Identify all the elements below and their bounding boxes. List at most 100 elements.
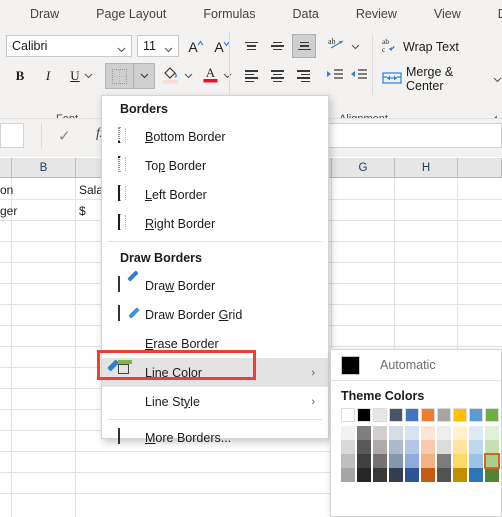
ribbon-tab-review[interactable]: Review — [348, 1, 405, 27]
automatic-color-item[interactable]: Automatic — [331, 350, 501, 380]
align-middle-button[interactable] — [266, 35, 288, 57]
theme-variant-swatch[interactable] — [453, 468, 467, 482]
table-cell[interactable]: ger — [0, 201, 72, 220]
theme-variant-swatch[interactable] — [421, 426, 435, 440]
menu-item-right-border[interactable]: Right Border — [102, 209, 328, 238]
theme-variant-swatch[interactable] — [485, 468, 499, 482]
theme-variant-swatch[interactable] — [421, 468, 435, 482]
align-right-button[interactable] — [292, 65, 314, 87]
theme-variant-swatch[interactable] — [469, 454, 483, 468]
theme-variant-swatch[interactable] — [389, 454, 403, 468]
theme-color-swatch[interactable] — [421, 408, 435, 422]
theme-variant-swatch[interactable] — [405, 468, 419, 482]
ribbon-tab-formulas[interactable]: Formulas — [195, 1, 263, 27]
wrap-text-button[interactable]: ab c Wrap Text — [382, 36, 459, 57]
font-color-button[interactable]: A — [199, 63, 221, 87]
theme-variant-swatch[interactable] — [373, 454, 387, 468]
automatic-color-swatch[interactable] — [341, 355, 360, 375]
merge-center-button[interactable]: Merge & Center — [382, 65, 502, 93]
fill-color-button[interactable] — [158, 63, 182, 87]
column-header-i[interactable] — [458, 158, 502, 177]
theme-variant-swatch[interactable] — [341, 426, 355, 440]
decrease-indent-button[interactable] — [324, 65, 346, 87]
theme-variant-swatch[interactable] — [405, 454, 419, 468]
bold-button[interactable]: B — [8, 64, 32, 88]
theme-color-swatch[interactable] — [469, 408, 483, 422]
table-cell[interactable]: on — [0, 180, 72, 199]
menu-item-line-color[interactable]: Line Color › — [102, 358, 328, 387]
theme-color-swatch[interactable] — [437, 408, 451, 422]
menu-item-top-border[interactable]: Top Border — [102, 151, 328, 180]
theme-variant-swatch[interactable] — [421, 440, 435, 454]
theme-variant-swatch[interactable] — [469, 468, 483, 482]
theme-variant-swatch[interactable] — [484, 453, 500, 469]
ribbon-tab-data[interactable]: Data — [284, 1, 326, 27]
theme-variant-swatch[interactable] — [437, 454, 451, 468]
align-bottom-button[interactable] — [292, 34, 316, 58]
align-center-button[interactable] — [266, 65, 288, 87]
theme-variant-swatch[interactable] — [357, 468, 371, 482]
theme-variant-swatch[interactable] — [485, 426, 499, 440]
theme-color-swatch[interactable] — [453, 408, 467, 422]
theme-variant-swatch[interactable] — [485, 440, 499, 454]
theme-variant-swatch[interactable] — [437, 426, 451, 440]
theme-variant-swatch[interactable] — [453, 454, 467, 468]
theme-color-swatch[interactable] — [341, 408, 355, 422]
orientation-chevron-down-icon[interactable] — [349, 36, 361, 58]
theme-color-swatch[interactable] — [373, 408, 387, 422]
font-size-combobox[interactable]: 11 — [137, 35, 179, 57]
column-header-g[interactable]: G — [332, 158, 395, 177]
theme-variant-swatch[interactable] — [437, 440, 451, 454]
increase-font-size-button[interactable]: A — [184, 35, 208, 59]
column-header-h[interactable]: H — [395, 158, 458, 177]
menu-item-left-border[interactable]: Left Border — [102, 180, 328, 209]
align-top-button[interactable] — [240, 35, 262, 57]
theme-variant-swatch[interactable] — [437, 468, 451, 482]
menu-item-draw-border-grid[interactable]: Draw Border Grid — [102, 300, 328, 329]
menu-item-draw-border[interactable]: Draw Border — [102, 270, 328, 300]
merge-center-chevron-down-icon[interactable] — [493, 72, 502, 86]
ribbon-tab-view[interactable]: View — [426, 1, 469, 27]
borders-button[interactable] — [105, 63, 134, 89]
theme-variant-swatch[interactable] — [405, 440, 419, 454]
borders-dropdown-chevron-down-icon[interactable] — [134, 63, 155, 89]
theme-variant-swatch[interactable] — [373, 440, 387, 454]
menu-item-more-borders[interactable]: More Borders... — [102, 423, 328, 452]
decrease-font-size-button[interactable]: A — [210, 35, 234, 59]
enter-formula-check-icon[interactable]: ✓ — [58, 127, 71, 145]
theme-variant-swatch[interactable] — [341, 440, 355, 454]
theme-color-swatch[interactable] — [357, 408, 371, 422]
theme-variant-swatch[interactable] — [357, 440, 371, 454]
underline-dropdown-chevron-down-icon[interactable] — [82, 64, 95, 88]
column-header-b[interactable]: B — [12, 158, 76, 177]
orientation-button[interactable]: ab — [326, 35, 350, 57]
theme-variant-swatch[interactable] — [357, 454, 371, 468]
increase-indent-button[interactable] — [348, 65, 370, 87]
theme-variant-swatch[interactable] — [469, 426, 483, 440]
theme-color-swatch[interactable] — [485, 408, 499, 422]
theme-variant-swatch[interactable] — [453, 440, 467, 454]
italic-button[interactable]: I — [36, 64, 60, 88]
theme-variant-swatch[interactable] — [373, 426, 387, 440]
menu-item-erase-border[interactable]: Erase Border — [102, 329, 328, 358]
theme-color-swatch[interactable] — [389, 408, 403, 422]
font-color-chevron-down-icon[interactable] — [221, 64, 234, 88]
fill-color-chevron-down-icon[interactable] — [182, 64, 195, 88]
column-header-select-all[interactable] — [0, 158, 12, 177]
font-name-combobox[interactable]: Calibri — [6, 35, 132, 57]
theme-variant-swatch[interactable] — [389, 440, 403, 454]
ribbon-tab-page-layout[interactable]: Page Layout — [88, 1, 174, 27]
name-box[interactable] — [0, 123, 24, 148]
theme-variant-swatch[interactable] — [373, 468, 387, 482]
theme-variant-swatch[interactable] — [357, 426, 371, 440]
theme-variant-swatch[interactable] — [453, 426, 467, 440]
theme-variant-swatch[interactable] — [389, 468, 403, 482]
theme-variant-swatch[interactable] — [469, 440, 483, 454]
theme-variant-swatch[interactable] — [405, 426, 419, 440]
theme-variant-swatch[interactable] — [341, 454, 355, 468]
menu-item-bottom-border[interactable]: Bottom Border — [102, 122, 328, 151]
menu-item-line-style[interactable]: Line Style › — [102, 387, 328, 416]
ribbon-tab-developer[interactable]: Developer — [490, 1, 502, 27]
theme-variant-swatch[interactable] — [389, 426, 403, 440]
ribbon-tab-draw[interactable]: Draw — [22, 1, 67, 27]
